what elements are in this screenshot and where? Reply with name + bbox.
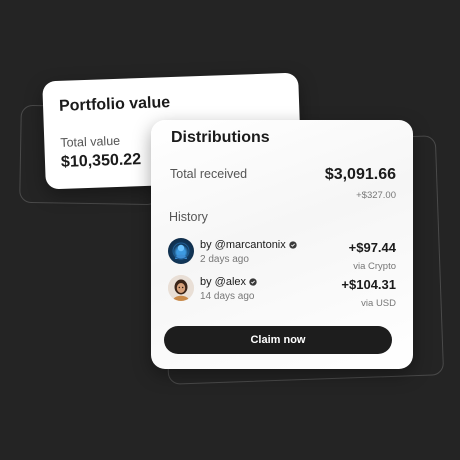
total-value-label: Total value bbox=[60, 133, 121, 150]
history-sender-label: by @alex bbox=[200, 276, 247, 288]
claim-now-button[interactable]: Claim now bbox=[164, 326, 392, 354]
history-time: 14 days ago bbox=[200, 291, 255, 302]
total-received-label: Total received bbox=[170, 167, 248, 181]
distributions-title: Distributions bbox=[171, 129, 270, 146]
total-received-change: +$327.00 bbox=[356, 190, 396, 201]
history-label: History bbox=[169, 210, 208, 224]
history-item[interactable]: by @alex 14 days ago +$104.31 via USD bbox=[166, 274, 396, 310]
portfolio-title: Portfolio value bbox=[58, 94, 171, 115]
history-time: 2 days ago bbox=[200, 254, 249, 265]
avatar-blue-figure-icon bbox=[168, 238, 194, 264]
history-method: via Crypto bbox=[353, 261, 396, 272]
history-sender-label: by @marcantonix bbox=[200, 239, 286, 251]
verified-badge-icon bbox=[289, 241, 297, 249]
history-item[interactable]: by @marcantonix 2 days ago +$97.44 via C… bbox=[166, 237, 396, 273]
distributions-card: Distributions Total received $3,091.66 +… bbox=[151, 120, 413, 369]
avatar-person-icon bbox=[168, 275, 194, 301]
history-sender: by @alex bbox=[200, 276, 257, 288]
history-method: via USD bbox=[361, 298, 396, 309]
history-amount: +$97.44 bbox=[348, 240, 396, 255]
history-amount: +$104.31 bbox=[341, 277, 396, 292]
total-value-amount: $10,350.22 bbox=[60, 151, 142, 171]
verified-badge-icon bbox=[249, 278, 257, 286]
history-sender: by @marcantonix bbox=[200, 239, 297, 251]
total-received-amount: $3,091.66 bbox=[324, 166, 396, 183]
